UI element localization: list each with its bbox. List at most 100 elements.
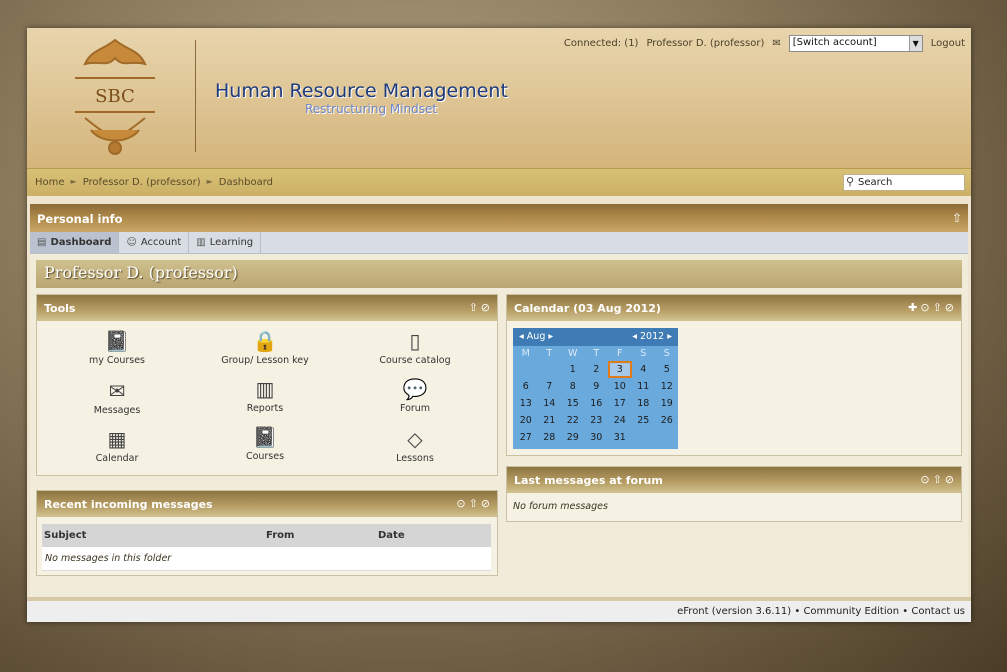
- calendar-day[interactable]: 26: [655, 412, 679, 429]
- calendar-day[interactable]: 27: [514, 429, 538, 446]
- calendar-day[interactable]: 11: [632, 378, 656, 395]
- current-user-link[interactable]: Professor D. (professor): [646, 38, 764, 49]
- collapse-arrow-icon[interactable]: ⇧: [933, 473, 945, 486]
- calendar-empty-cell: [655, 429, 679, 446]
- tool-my-courses[interactable]: 📓 my Courses: [62, 329, 172, 366]
- collapse-arrow-icon[interactable]: ⇧: [469, 497, 481, 510]
- calendar-day[interactable]: 17: [608, 395, 632, 412]
- tool-lesson-key[interactable]: 🔒 Group/ Lesson key: [210, 329, 320, 366]
- courses-icon: 📓: [252, 425, 278, 449]
- link-icon[interactable]: ⊘: [481, 497, 493, 510]
- profile-name: Professor D. (professor): [36, 260, 962, 288]
- calendar-day[interactable]: 24: [608, 412, 632, 429]
- tool-label: Course catalog: [379, 355, 451, 366]
- weekday-header: T: [593, 348, 600, 359]
- calendar-day[interactable]: 8: [561, 378, 585, 395]
- collapse-arrow-icon[interactable]: ⇧: [933, 301, 945, 314]
- year-selector[interactable]: ◂ 2012 ▸: [632, 331, 672, 342]
- search-input[interactable]: ⚲ Search: [843, 174, 965, 191]
- logout-link[interactable]: Logout: [931, 38, 965, 49]
- tool-forum[interactable]: 💬 Forum: [360, 377, 470, 414]
- tab-learning[interactable]: ▥ Learning: [189, 232, 262, 253]
- breadcrumb-user[interactable]: Professor D. (professor): [83, 177, 201, 188]
- breadcrumb-home[interactable]: Home: [35, 177, 65, 188]
- tool-lessons[interactable]: ◇ Lessons: [360, 427, 470, 464]
- breadcrumb-dashboard[interactable]: Dashboard: [219, 177, 273, 188]
- calendar-empty-cell: [538, 361, 562, 378]
- calendar-day[interactable]: 23: [585, 412, 609, 429]
- calendar-day[interactable]: 22: [561, 412, 585, 429]
- calendar-day[interactable]: 21: [538, 412, 562, 429]
- version-link[interactable]: eFront (version 3.6.11): [677, 606, 791, 617]
- connected-count[interactable]: Connected: (1): [564, 38, 639, 49]
- messages-table: Subject From Date No messages in this fo…: [42, 524, 491, 571]
- forum-title: Last messages at forum: [514, 474, 663, 487]
- column-subject[interactable]: Subject: [42, 530, 266, 541]
- collapse-arrow-icon[interactable]: ⇧: [952, 211, 962, 225]
- book-icon: ▥: [196, 237, 206, 248]
- settings-icon[interactable]: ⊙: [456, 497, 468, 510]
- calendar-day[interactable]: 1: [561, 361, 585, 378]
- edition-link[interactable]: Community Edition: [803, 606, 899, 617]
- box-controls: ⇧⊘: [469, 301, 493, 314]
- calendar-nav: ◂ Aug ▸ ◂ 2012 ▸: [513, 328, 678, 346]
- weekday-header: T: [546, 348, 553, 359]
- calendar-day[interactable]: 9: [585, 378, 609, 395]
- calendar-day[interactable]: 25: [632, 412, 656, 429]
- forum-header: Last messages at forum ⊙⇧⊘: [507, 467, 961, 493]
- tool-label: my Courses: [88, 355, 145, 366]
- calendar-day[interactable]: 20: [514, 412, 538, 429]
- month-selector[interactable]: ◂ Aug ▸: [519, 331, 553, 342]
- calendar-day[interactable]: 30: [585, 429, 609, 446]
- chevron-down-icon: ▼: [908, 35, 922, 51]
- messages-icon: ✉: [108, 379, 126, 403]
- contact-link[interactable]: Contact us: [911, 606, 965, 617]
- calendar-day[interactable]: 5: [655, 361, 679, 378]
- calendar-day[interactable]: 16: [585, 395, 609, 412]
- calendar-day[interactable]: 31: [608, 429, 632, 446]
- tab-dashboard[interactable]: ▤ Dashboard: [30, 232, 120, 253]
- settings-icon[interactable]: ⊙: [920, 301, 932, 314]
- tool-courses[interactable]: 📓 Courses: [210, 425, 320, 462]
- add-icon[interactable]: ✚: [908, 301, 920, 314]
- forum-empty: No forum messages: [513, 501, 608, 512]
- calendar-day[interactable]: 29: [561, 429, 585, 446]
- calendar-day[interactable]: 3: [608, 361, 632, 378]
- calendar-day[interactable]: 18: [632, 395, 656, 412]
- messages-icon[interactable]: ✉: [772, 38, 780, 49]
- switch-account-select[interactable]: [Switch account] ▼: [788, 34, 923, 52]
- calendar-day[interactable]: 19: [655, 395, 679, 412]
- calendar-day[interactable]: 28: [538, 429, 562, 446]
- calendar-day[interactable]: 6: [514, 378, 538, 395]
- link-icon[interactable]: ⊘: [481, 301, 493, 314]
- calendar-day[interactable]: 7: [538, 378, 562, 395]
- calendar-empty-cell: [632, 429, 656, 446]
- calendar-day[interactable]: 13: [514, 395, 538, 412]
- column-from[interactable]: From: [266, 530, 378, 541]
- calendar-day[interactable]: 14: [538, 395, 562, 412]
- tool-calendar[interactable]: ▦ Calendar: [62, 427, 172, 464]
- calendar-day[interactable]: 2: [585, 361, 609, 378]
- link-icon[interactable]: ⊘: [945, 473, 957, 486]
- table-header: Subject From Date: [42, 524, 491, 547]
- empty-row: No messages in this folder: [42, 547, 491, 571]
- column-date[interactable]: Date: [378, 530, 405, 541]
- calendar-header: Calendar (03 Aug 2012) ✚⊙⇧⊘: [507, 295, 961, 321]
- user-icon: ☺: [126, 237, 137, 248]
- weekday-header: M: [521, 348, 530, 359]
- link-icon[interactable]: ⊘: [945, 301, 957, 314]
- catalog-icon: ▯: [409, 329, 421, 353]
- calendar-day[interactable]: 10: [608, 378, 632, 395]
- tool-reports[interactable]: ▥ Reports: [210, 377, 320, 414]
- calendar-day[interactable]: 15: [561, 395, 585, 412]
- calendar-day[interactable]: 12: [655, 378, 679, 395]
- lessons-icon: ◇: [407, 427, 423, 451]
- svg-text:SBC: SBC: [95, 86, 135, 107]
- settings-icon[interactable]: ⊙: [920, 473, 932, 486]
- header-divider: [195, 40, 196, 152]
- collapse-arrow-icon[interactable]: ⇧: [469, 301, 481, 314]
- tool-messages[interactable]: ✉ Messages: [62, 379, 172, 416]
- tool-course-catalog[interactable]: ▯ Course catalog: [360, 329, 470, 366]
- tab-account[interactable]: ☺ Account: [119, 232, 190, 253]
- calendar-day[interactable]: 4: [632, 361, 656, 378]
